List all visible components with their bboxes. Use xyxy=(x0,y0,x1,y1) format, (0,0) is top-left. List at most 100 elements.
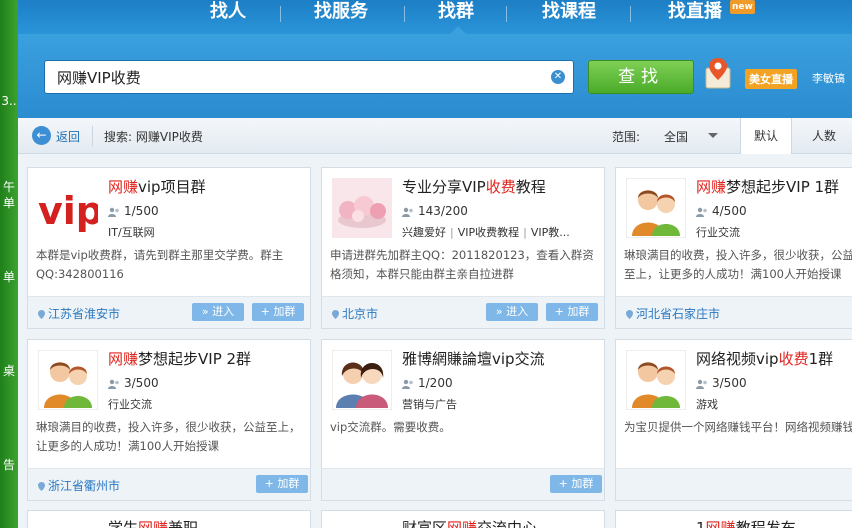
group-title[interactable]: 财富区网赚交流中心 xyxy=(402,517,537,528)
tab-find-service[interactable]: 找服务 xyxy=(314,0,368,34)
people-icon xyxy=(402,379,413,389)
group-title[interactable]: 网赚vip项目群 xyxy=(108,176,206,197)
group-tags: 行业交流 xyxy=(108,398,152,411)
join-group-button[interactable]: + 加群 xyxy=(550,475,602,493)
card-footer xyxy=(616,468,852,500)
group-card[interactable]: vip 网赚vip项目群 1/500 IT/互联网 本群是vip收费群，请先到群… xyxy=(27,167,311,329)
nav-separator xyxy=(404,6,405,22)
group-tags: 营销与广告 xyxy=(402,398,457,411)
tab-find-people[interactable]: 找人 xyxy=(210,0,246,34)
search-breadcrumb: 搜索: 网赚VIP收费 xyxy=(104,130,203,144)
group-title[interactable]: 网络视频vip收费1群 xyxy=(696,348,833,369)
group-avatar-icon xyxy=(38,350,98,410)
join-group-button[interactable]: + 加群 xyxy=(546,303,598,321)
main-panel: 找人 找服务 找群 找课程 找直播 new ✕ 查找 美女直播 李敏镐 ← 返回… xyxy=(18,0,852,528)
left-strip-text: 午 xyxy=(2,180,15,194)
svg-text:vip: vip xyxy=(38,189,98,233)
group-card[interactable]: 学生网赚兼职 xyxy=(27,510,311,528)
chevron-down-icon[interactable] xyxy=(708,133,718,138)
group-description: 琳琅满目的收费，投入许多，很少收获，公益至上，让更多的人成功！满100人开始授课 xyxy=(624,248,852,281)
group-tags: 行业交流 xyxy=(696,226,740,239)
card-footer: 北京市 » 进入 + 加群 xyxy=(322,296,604,328)
card-footer: 浙江省衢州市 + 加群 xyxy=(28,468,310,500)
enter-button[interactable]: » 进入 xyxy=(192,303,244,321)
people-icon xyxy=(696,207,707,217)
group-title[interactable]: 专业分享VIP收费教程 xyxy=(402,176,546,197)
group-title[interactable]: 网赚梦想起步VIP 1群 xyxy=(696,176,839,197)
member-count: 1/200 xyxy=(402,376,453,390)
group-tags: 兴趣爱好 | VIP收费教程 | VIP教... xyxy=(402,226,570,239)
group-title[interactable]: 学生网赚兼职 xyxy=(108,517,198,528)
location-pin-icon xyxy=(38,310,45,319)
group-title[interactable]: 网赚梦想起步VIP 2群 xyxy=(108,348,251,369)
nav-separator xyxy=(630,6,631,22)
group-card[interactable]: 财富区网赚交流中心 xyxy=(321,510,605,528)
group-tags: 游戏 xyxy=(696,398,718,411)
member-count: 1/500 xyxy=(108,204,159,218)
group-description: 琳琅满目的收费，投入许多，很少收获，公益至上，让更多的人成功！满100人开始授课 xyxy=(36,420,301,453)
search-band: ✕ 查找 美女直播 李敏镐 xyxy=(18,34,852,118)
top-nav: 找人 找服务 找群 找课程 找直播 new xyxy=(18,0,852,34)
back-button[interactable]: 返回 xyxy=(56,128,80,145)
left-strip-text: 告 xyxy=(2,458,15,472)
card-footer: 河北省石家庄市 xyxy=(616,296,852,328)
group-description: vip交流群。需要收费。 xyxy=(330,420,451,434)
back-arrow-icon[interactable]: ← xyxy=(32,126,51,145)
results-grid: vip 网赚vip项目群 1/500 IT/互联网 本群是vip收费群，请先到群… xyxy=(18,154,852,528)
range-select[interactable]: 全国 xyxy=(664,128,688,145)
group-card[interactable]: 专业分享VIP收费教程 143/200 兴趣爱好 | VIP收费教程 | VIP教...… xyxy=(321,167,605,329)
group-avatar-icon xyxy=(626,350,686,410)
group-location: 浙江省衢州市 xyxy=(38,477,120,494)
tab-find-live[interactable]: 找直播 xyxy=(668,0,722,34)
map-pin-icon[interactable] xyxy=(704,56,732,90)
left-strip-text: 3.. xyxy=(1,94,17,108)
group-card[interactable]: 网赚梦想起步VIP 2群 3/500 行业交流 琳琅满目的收费，投入许多，很少收… xyxy=(27,339,311,501)
active-tab-indicator xyxy=(450,26,466,34)
people-icon xyxy=(108,379,119,389)
group-card[interactable]: 网赚梦想起步VIP 1群 4/500 行业交流 琳琅满目的收费，投入许多，很少收… xyxy=(615,167,852,329)
member-count: 143/200 xyxy=(402,204,468,218)
location-pin-icon xyxy=(38,482,45,491)
join-group-button[interactable]: + 加群 xyxy=(252,303,304,321)
member-count: 3/500 xyxy=(108,376,159,390)
card-footer: 江苏省淮安市 » 进入 + 加群 xyxy=(28,296,310,328)
sort-members-tab[interactable]: 人数 xyxy=(800,118,848,154)
search-input[interactable] xyxy=(57,61,537,93)
group-location: 江苏省淮安市 xyxy=(38,305,120,322)
search-box: ✕ xyxy=(44,60,574,94)
group-location: 河北省石家庄市 xyxy=(626,305,720,322)
result-toolbar: ← 返回 搜索: 网赚VIP收费 范围: 全国 默认 人数 xyxy=(18,118,852,154)
left-strip-text: 桌 xyxy=(2,364,15,378)
member-count: 3/500 xyxy=(696,376,747,390)
group-title[interactable]: 1网赚教程发布 xyxy=(696,517,796,528)
group-description: 本群是vip收费群，请先到群主那里交学费。群主QQ:342800116 xyxy=(36,248,284,281)
group-card[interactable]: 网络视频vip收费1群 3/500 游戏 为宝贝提供一个网络赚钱平台！网络视频赚… xyxy=(615,339,852,501)
group-title[interactable]: 雅博網賺論壇vip交流 xyxy=(402,348,545,369)
tab-find-course[interactable]: 找课程 xyxy=(542,0,596,34)
group-card[interactable]: 雅博網賺論壇vip交流 1/200 营销与广告 vip交流群。需要收费。 + 加… xyxy=(321,339,605,501)
search-button[interactable]: 查找 xyxy=(588,60,694,94)
live-badge[interactable]: 美女直播 xyxy=(745,69,797,89)
group-avatar-icon xyxy=(332,350,392,410)
user-name[interactable]: 李敏镐 xyxy=(812,70,845,86)
group-card[interactable]: 1网赚教程发布 xyxy=(615,510,852,528)
nav-separator xyxy=(280,6,281,22)
clear-icon[interactable]: ✕ xyxy=(551,70,565,84)
group-description: 为宝贝提供一个网络赚钱平台！网络视频赚钱 xyxy=(624,420,852,434)
people-icon xyxy=(402,207,413,217)
location-pin-icon xyxy=(626,310,633,319)
group-location: 北京市 xyxy=(332,305,378,322)
left-strip-text: 单 xyxy=(2,196,15,210)
sort-default-tab[interactable]: 默认 xyxy=(740,118,792,154)
left-strip-text: 单 xyxy=(2,270,15,284)
card-footer: + 加群 xyxy=(322,468,604,500)
left-app-strip: 3.. 午 单 单 桌 告 xyxy=(0,0,18,528)
enter-button[interactable]: » 进入 xyxy=(486,303,538,321)
people-icon xyxy=(696,379,707,389)
cake-image-icon xyxy=(332,178,392,238)
new-badge: new xyxy=(730,0,755,14)
member-count: 4/500 xyxy=(696,204,747,218)
join-group-button[interactable]: + 加群 xyxy=(256,475,308,493)
group-description: 申请进群先加群主QQ：2011820123，查看入群资格须知，本群只能由群主亲自… xyxy=(330,248,594,281)
group-tags: IT/互联网 xyxy=(108,226,155,239)
